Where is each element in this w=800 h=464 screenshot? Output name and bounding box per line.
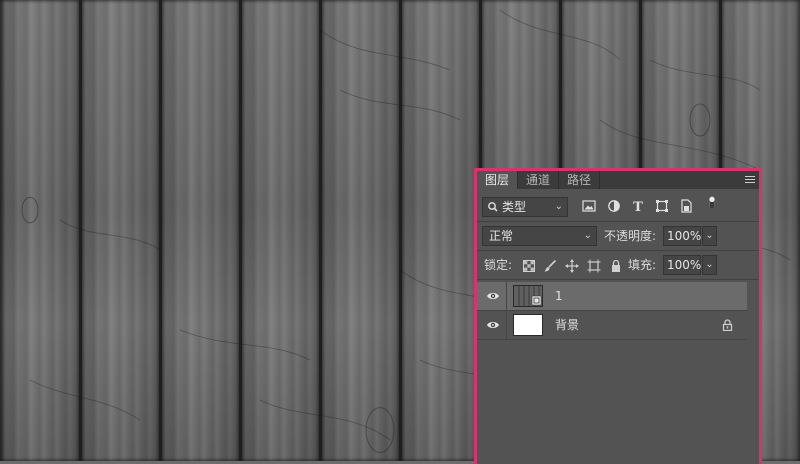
layer-thumbnail-smart-object <box>513 285 543 307</box>
lock-row: 锁定: 填充: 100% ⌄ <box>477 251 759 279</box>
layer-name[interactable]: 背景 <box>555 311 579 339</box>
filter-kind-select[interactable]: 类型 ⌄ <box>482 197 568 217</box>
blend-row: 正常 ⌄ 不透明度: 100% ⌄ <box>477 222 759 250</box>
eye-icon[interactable] <box>486 290 500 302</box>
lock-position-icon[interactable] <box>564 258 580 274</box>
svg-text:T: T <box>633 200 643 214</box>
eye-icon[interactable] <box>486 319 500 331</box>
type-filter-icon[interactable]: T <box>630 198 646 214</box>
lock-label: 锁定: <box>484 258 513 272</box>
tab-paths[interactable]: 路径 <box>559 171 601 189</box>
shape-filter-icon[interactable] <box>654 198 670 214</box>
opacity-input[interactable]: 100% <box>663 226 701 246</box>
lock-artboard-icon[interactable] <box>586 258 602 274</box>
layers-panel: 图层 通道 路径 类型 ⌄ T 正常 ⌄ 不透明度: 100% ⌄ 锁定: 填充… <box>474 168 762 464</box>
chevron-down-icon: ⌄ <box>705 230 714 241</box>
blend-mode-select[interactable]: 正常 ⌄ <box>482 226 597 246</box>
layer-name[interactable]: 1 <box>555 282 563 310</box>
image-filter-icon[interactable] <box>581 198 597 214</box>
tab-layers[interactable]: 图层 <box>477 171 519 189</box>
opacity-dropdown[interactable]: ⌄ <box>702 226 717 246</box>
filter-row: 类型 ⌄ T <box>477 189 759 221</box>
chevron-down-icon: ⌄ <box>705 259 714 270</box>
chevron-down-icon: ⌄ <box>583 230 592 241</box>
layer-thumbnail-white <box>513 314 543 336</box>
smart-object-filter-icon[interactable] <box>678 198 694 214</box>
chevron-down-icon: ⌄ <box>554 201 563 212</box>
lock-pixels-icon[interactable] <box>542 258 558 274</box>
layer-row-1[interactable]: 1 <box>477 282 747 310</box>
panel-tab-bar: 图层 通道 路径 <box>477 171 759 189</box>
search-icon <box>487 198 499 221</box>
filter-kind-label: 类型 <box>502 200 527 214</box>
lock-icon <box>722 319 733 332</box>
layers-list: 1 背景 <box>477 282 759 342</box>
lock-all-icon[interactable] <box>608 258 620 274</box>
fill-label: 填充: <box>628 258 657 272</box>
layer-row-background[interactable]: 背景 <box>477 311 747 339</box>
adjustment-filter-icon[interactable] <box>606 198 622 214</box>
lock-transparency-icon[interactable] <box>521 258 537 274</box>
fill-dropdown[interactable]: ⌄ <box>702 255 717 275</box>
blend-mode-value: 正常 <box>489 229 514 243</box>
hamburger-menu-icon[interactable] <box>745 176 755 184</box>
opacity-label: 不透明度: <box>604 229 657 243</box>
filter-toggle-icon[interactable] <box>704 195 716 217</box>
tab-channels[interactable]: 通道 <box>518 171 560 189</box>
fill-input[interactable]: 100% <box>663 255 701 275</box>
